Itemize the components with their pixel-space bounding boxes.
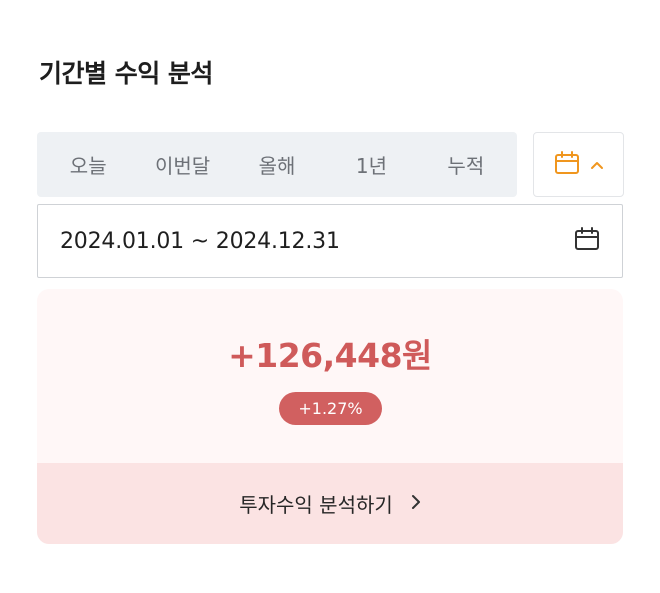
calendar-icon (554, 150, 580, 179)
profit-rate-badge: +1.27% (279, 392, 382, 425)
tab-cumulative[interactable]: 누적 (421, 138, 511, 191)
investment-analysis-button[interactable]: 투자수익 분석하기 (37, 463, 623, 544)
page-title: 기간별 수익 분석 (39, 59, 213, 88)
period-tabs: 오늘 이번달 올해 1년 누적 (37, 132, 517, 197)
chevron-up-icon (590, 155, 604, 174)
profit-amount: +126,448원 (228, 336, 432, 375)
chevron-right-icon (411, 494, 421, 514)
date-range-text: 2024.01.01 ~ 2024.12.31 (60, 228, 340, 254)
calendar-icon[interactable] (574, 227, 600, 255)
investment-analysis-label: 투자수익 분석하기 (239, 493, 393, 517)
tab-today[interactable]: 오늘 (43, 138, 133, 191)
tab-this-month[interactable]: 이번달 (137, 138, 227, 191)
calendar-toggle-button[interactable] (533, 132, 624, 197)
date-range-field[interactable]: 2024.01.01 ~ 2024.12.31 (37, 204, 623, 278)
tab-one-year[interactable]: 1년 (326, 138, 416, 191)
tab-this-year[interactable]: 올해 (232, 138, 322, 191)
profit-summary-card: +126,448원 +1.27% 투자수익 분석하기 (37, 289, 623, 544)
